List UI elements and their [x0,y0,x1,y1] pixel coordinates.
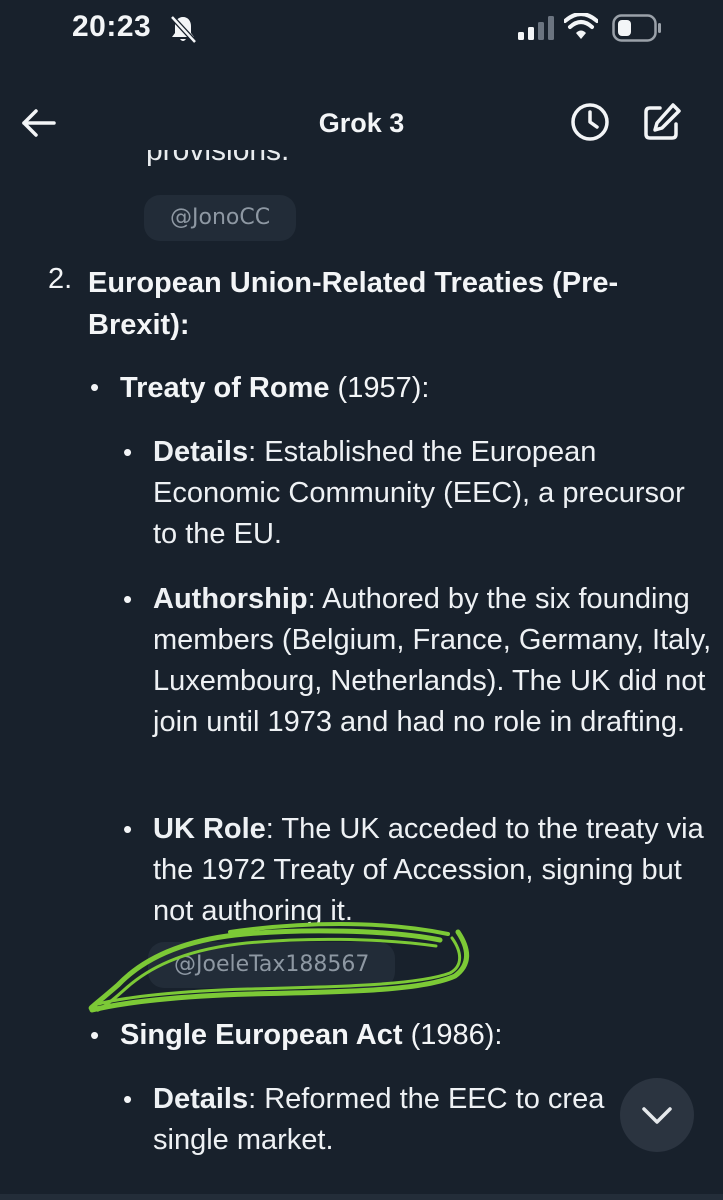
uk-role-label: UK Role [153,813,266,845]
scroll-down-button[interactable] [620,1078,694,1152]
bullet-icon: • [123,1084,133,1114]
treaty-year: (1986): [402,1019,503,1051]
new-chat-icon[interactable] [640,100,684,144]
composer-edge [0,1194,723,1200]
status-bar: 20:23 [0,0,723,60]
section-colon: : [179,309,190,341]
source-chip[interactable]: @JoeleTax188567 [148,942,396,988]
treaty-year: (1957): [329,372,430,404]
clipped-text: provisions. [146,150,290,167]
chevron-down-icon [642,1107,672,1124]
section-title: European Union-Related Treaties (Pre-Bre… [88,267,619,341]
wifi-icon [564,13,598,39]
source-chip[interactable]: @JonoCC [144,195,297,241]
treaty-name: Single European Act [120,1019,403,1051]
details-label: Details [153,1083,249,1115]
authorship-label: Authorship [153,583,308,615]
list-item: Treaty of Rome (1957): [120,368,710,409]
list-number: 2. [48,263,73,295]
chat-message: provisions. @JonoCC 2. European Union-Re… [0,150,723,1200]
bell-slash-icon [170,15,197,44]
bullet-icon: • [123,584,133,614]
details-label: Details [153,436,249,468]
list-item: Details: Established the European Econom… [153,432,713,555]
details-text: : Reformed the EEC to crea [248,1083,605,1115]
battery-icon [612,14,661,42]
bullet-icon: • [90,372,100,402]
signal-icon [518,16,554,40]
status-time: 20:23 [72,10,152,43]
bullet-icon: • [123,814,133,844]
list-item: Single European Act (1986): [120,1015,710,1056]
history-icon[interactable] [568,100,612,144]
section-heading: European Union-Related Treaties (Pre-Bre… [88,262,688,346]
bullet-icon: • [123,437,133,467]
bullet-icon: • [90,1020,100,1050]
treaty-name: Treaty of Rome [120,372,330,404]
header-title: Grok 3 [318,108,405,138]
list-item: Authorship: Authored by the six founding… [153,579,713,743]
list-item: UK Role: The UK acceded to the treaty vi… [153,809,713,932]
details-text-line2: single market. [153,1124,334,1156]
